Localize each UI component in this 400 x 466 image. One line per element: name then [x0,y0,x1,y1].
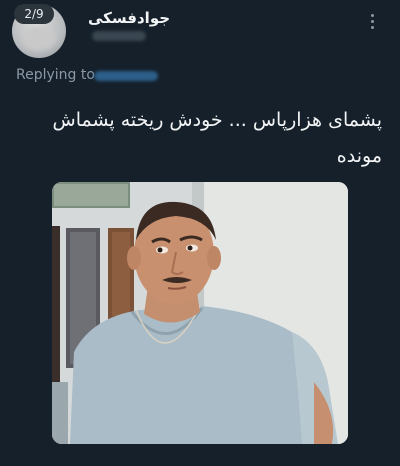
meme-photo [52,182,348,444]
replying-to-label: Replying to [16,67,95,83]
tweet-text-line-1: پشمای هزارپاس ... خودش ریخته پشماش [52,109,383,131]
author-handle-redacted [92,31,146,41]
more-vertical-icon[interactable] [369,14,375,32]
tweet-media-image[interactable] [52,182,348,444]
tweet-text-line-2: مونده [336,145,382,167]
author-display-name[interactable]: جوادفسکی [88,9,170,27]
tweet-text: پشمای هزارپاس ... خودش ریخته پشماش مونده [22,102,383,174]
replying-to-handle-redacted[interactable] [94,71,158,81]
image-counter-badge: 2/9 [14,4,54,24]
tweet-screenshot: 2/9 جوادفسکی Replying to پشمای هزارپاس .… [0,0,400,466]
